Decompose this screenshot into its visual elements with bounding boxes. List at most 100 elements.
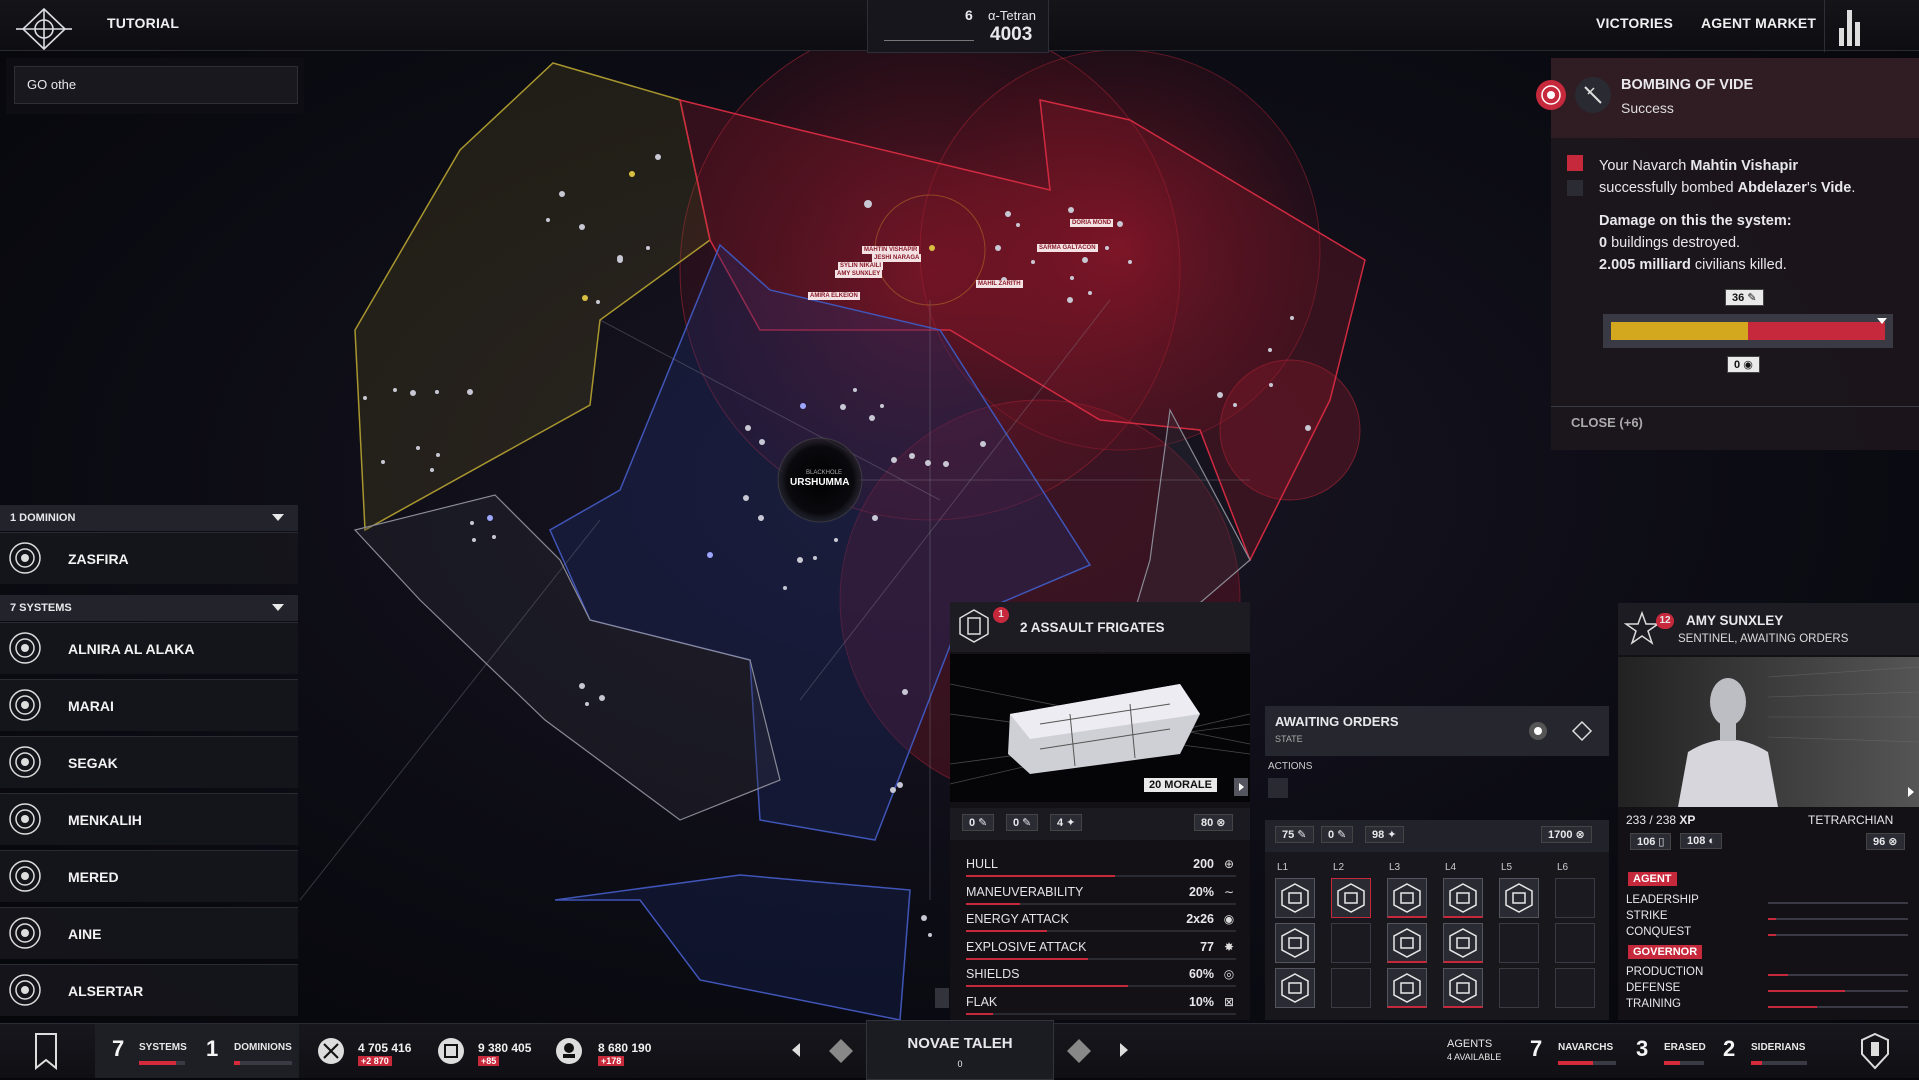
admiral-name: AMY SUNXLEY [1686,613,1784,628]
summary-bomb: 0 ✎ [1006,814,1039,831]
planet-target-icon [9,917,41,949]
stats-button[interactable] [1824,0,1875,52]
admiral-status: SENTINEL, AWAITING ORDERS [1678,633,1849,645]
agent-tag: AGENT [1628,869,1677,887]
summary-value: 0 [969,817,976,829]
system-item[interactable]: MARAI [0,679,298,731]
ship-slot-filled[interactable] [1331,878,1371,918]
stat-name: SHIELDS [966,967,1020,981]
prev-system-button[interactable] [792,1043,800,1057]
agent-skill-label: LEADERSHIP [1626,894,1699,906]
map-fleet-label[interactable]: SYLIN NIKAILI [838,262,884,270]
map-fleet-label[interactable]: DORIA MOND [1070,219,1114,227]
blackhole-name[interactable]: URSHUMMA [790,477,849,488]
defense-value: 0 [1734,359,1741,371]
bomb-icon: ✎ [1747,292,1757,304]
ship-slot-empty[interactable] [1555,878,1595,918]
ship-slot-empty[interactable] [1555,968,1595,1008]
chevron-down-icon[interactable] [272,514,284,521]
systems-bar [139,1061,185,1065]
close-notification-button[interactable]: CLOSE (+6) [1571,415,1643,430]
move-icon[interactable] [1571,720,1593,742]
fleet-panel: 1 2 ASSAULT FRIGATES 20 MORALE 0 ✎ 0 ✎ 4… [950,602,1250,1020]
ship-slot-filled[interactable] [1387,923,1427,963]
erased-bar [1664,1061,1704,1065]
map-fleet-label[interactable]: JESHI NARAGA [872,254,922,262]
next-arrow-button[interactable] [1234,778,1248,796]
location-name: NOVAE TALEH [907,1035,1013,1052]
current-location[interactable]: NOVAE TALEH 0 [866,1020,1054,1080]
fleet-slots-panel: 75 ✎ 0 ✎ 98 ✦ 1700 ⊗ L1 L2 L3 L4 L5 L6 [1265,820,1609,1020]
ship-slot-empty[interactable] [1555,923,1595,963]
summary-value: 0 [1013,817,1020,829]
target-player-name[interactable]: Abdelazer [1738,180,1807,196]
command-input[interactable]: GO othe [14,66,298,104]
ship-slot-filled[interactable] [1275,968,1315,1008]
victories-button[interactable]: VICTORIES [1596,0,1673,50]
game-logo-icon[interactable] [14,6,74,52]
dominion-header[interactable]: 1 DOMINION [0,505,298,531]
bookmark-icon[interactable] [935,988,949,1008]
ship-slot-empty[interactable] [1499,968,1539,1008]
agent-market-button[interactable]: AGENT MARKET [1701,0,1816,50]
stat-name: EXPLOSIVE ATTACK [966,939,1087,954]
chevron-down-icon[interactable] [272,604,284,611]
agents-available: 4 AVAILABLE [1447,1052,1502,1062]
system-item[interactable]: ALNIRA AL ALAKA [0,622,298,674]
summary-power: 1700 ⊗ [1541,826,1592,843]
map-fleet-label[interactable]: MAHTIN VISHAPIR [862,246,920,254]
bookmark-icon[interactable] [34,1032,58,1070]
faction-shield-icon[interactable] [1860,1032,1890,1070]
planet-target-icon [9,542,41,574]
ship-slot-filled[interactable] [1275,878,1315,918]
ship-slot-filled[interactable] [1443,878,1483,918]
system-item[interactable]: SEGAK [0,736,298,788]
ship-slot-filled[interactable] [1443,968,1483,1008]
faction-color-swatch [1567,155,1583,171]
ship-slot-filled[interactable] [1499,878,1539,918]
system-item[interactable]: MENKALIH [0,793,298,845]
ship-module-icon [1449,973,1477,1003]
stat-value: 200 [1193,857,1214,871]
ship-module-icon [1449,883,1477,913]
ship-module-icon [1281,973,1309,1003]
systems-header[interactable]: 7 SYSTEMS [0,595,298,621]
ship-module-icon [1505,883,1533,913]
xp-label: XP [1679,813,1696,827]
navarch-name[interactable]: Mahtin Vishapir [1690,158,1798,174]
system-item[interactable]: ALSERTAR [0,964,298,1016]
ship-slot-filled[interactable] [1275,923,1315,963]
map-fleet-label[interactable]: SARMA GALTACON [1037,244,1098,252]
ship-slot-filled[interactable] [1443,923,1483,963]
dominion-item-zasfira[interactable]: ZASFIRA [0,532,298,584]
bombing-result-bar [1603,314,1893,348]
xp-display: 233 / 238 XP [1626,813,1695,827]
map-fleet-label[interactable]: AMIRA ELKEION [808,292,860,300]
alert-target-icon[interactable] [1534,78,1568,112]
agents-label: AGENTS [1447,1038,1493,1050]
ship-slot-filled[interactable] [1387,878,1427,918]
map-fleet-label[interactable]: MAHIL ZARITH [976,280,1023,288]
dominions-count: 1 [206,1036,219,1061]
orbit-icon[interactable] [1527,720,1549,742]
ship-module-icon [1393,883,1421,913]
chevron-right-icon[interactable] [1908,787,1914,797]
score-panel[interactable]: 6 α-Tetran 4003 [867,0,1049,53]
ship-slot-empty[interactable] [1331,923,1371,963]
orders-panel: AWAITING ORDERS STATE [1265,706,1609,756]
target-planet-name[interactable]: Vide [1821,180,1851,196]
system-item[interactable]: AINE [0,907,298,959]
stat-icon: ✸ [1223,939,1235,954]
ship-slot-empty[interactable] [1331,968,1371,1008]
next-system-button[interactable] [1120,1043,1128,1057]
ship-slot-empty[interactable] [1499,923,1539,963]
admiral-portrait[interactable] [1618,657,1919,807]
tutorial-button[interactable]: TUTORIAL [107,0,179,50]
planet-target-icon [9,746,41,778]
system-item[interactable]: MERED [0,850,298,902]
siderians-count: 2 [1723,1036,1736,1061]
map-fleet-label[interactable]: AMY SUNXLEY [835,270,883,278]
ship-slot-filled[interactable] [1387,968,1427,1008]
bottom-bar: 7 SYSTEMS 1 DOMINIONS 4 705 416 +2 870 9… [0,1020,1919,1080]
action-slot[interactable] [1268,778,1288,798]
